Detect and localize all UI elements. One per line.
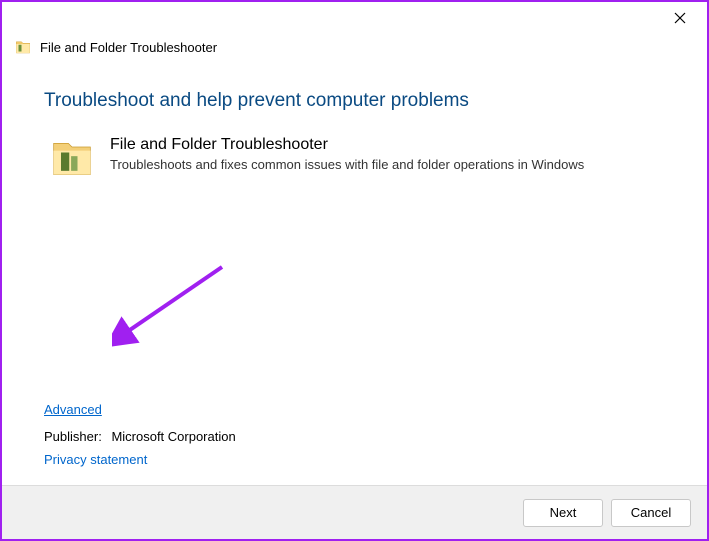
publisher-label: Publisher: — [44, 429, 102, 444]
window-title: File and Folder Troubleshooter — [40, 40, 217, 55]
close-icon — [674, 12, 686, 24]
annotation-arrow-icon — [112, 262, 232, 352]
advanced-link[interactable]: Advanced — [44, 402, 236, 417]
item-description: Troubleshoots and fixes common issues wi… — [110, 157, 584, 172]
bottom-links: Advanced Publisher: Microsoft Corporatio… — [44, 402, 236, 467]
close-button[interactable] — [665, 4, 695, 32]
cancel-button[interactable]: Cancel — [611, 499, 691, 527]
page-heading: Troubleshoot and help prevent computer p… — [44, 90, 665, 112]
privacy-link[interactable]: Privacy statement — [44, 452, 236, 467]
troubleshooter-item: File and Folder Troubleshooter Troublesh… — [44, 136, 665, 180]
titlebar — [2, 2, 707, 34]
folder-large-icon — [50, 136, 94, 180]
next-button[interactable]: Next — [523, 499, 603, 527]
troubleshooter-window: File and Folder Troubleshooter Troublesh… — [0, 0, 709, 541]
publisher-value: Microsoft Corporation — [111, 429, 235, 444]
troubleshooter-text: File and Folder Troubleshooter Troublesh… — [110, 136, 584, 172]
window-header: File and Folder Troubleshooter — [2, 34, 707, 62]
footer: Next Cancel — [2, 485, 707, 539]
publisher-row: Publisher: Microsoft Corporation — [44, 429, 236, 444]
item-title: File and Folder Troubleshooter — [110, 136, 584, 154]
folder-icon — [14, 38, 32, 56]
content-area: Troubleshoot and help prevent computer p… — [2, 62, 707, 485]
